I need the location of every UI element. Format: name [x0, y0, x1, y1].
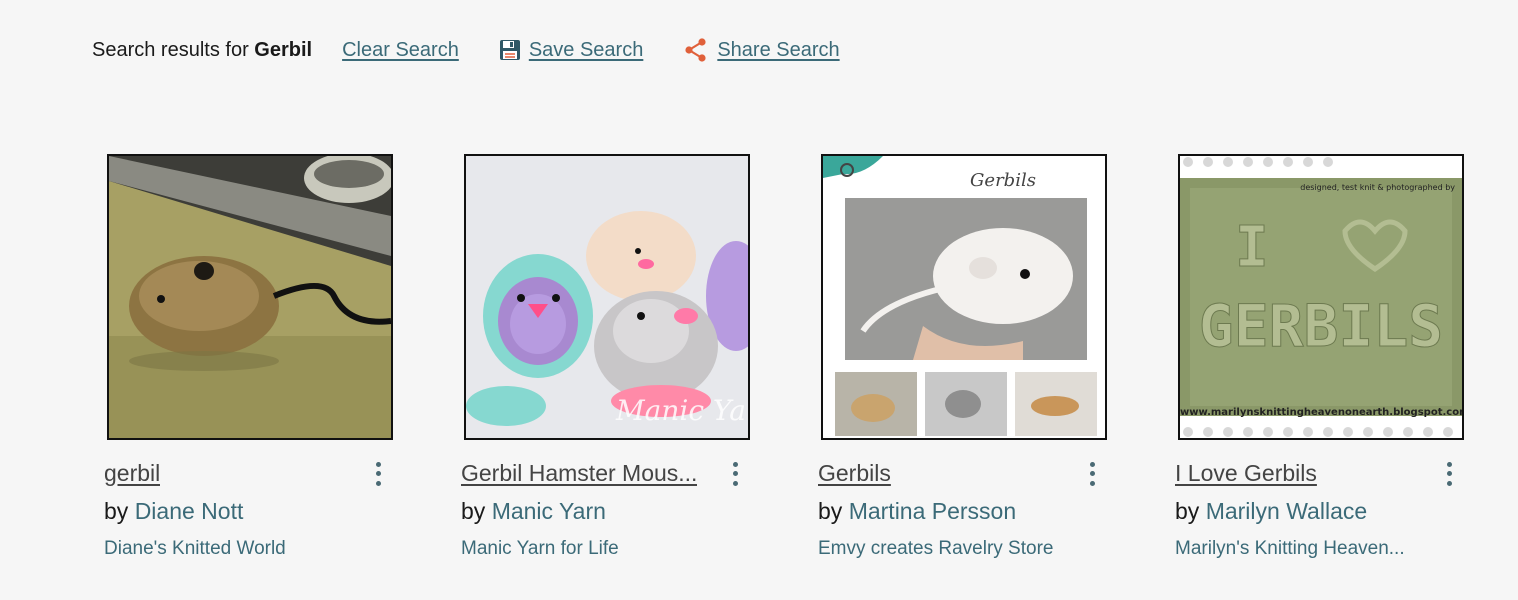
floppy-disk-icon[interactable] — [499, 39, 521, 61]
more-options-icon[interactable] — [729, 461, 741, 487]
save-search-action[interactable]: Save Search — [499, 39, 644, 62]
by-label: by — [104, 498, 129, 524]
pattern-thumbnail[interactable]: designed, test knit & photographed by I … — [1178, 154, 1464, 440]
search-header: Search results for Gerbil Clear Search S… — [92, 34, 880, 66]
share-search-action[interactable]: Share Search — [683, 37, 840, 63]
by-label: by — [1175, 498, 1200, 524]
share-icon[interactable] — [683, 37, 709, 63]
pattern-card: gerbil by Diane Nott Diane's Knitted Wor… — [104, 154, 416, 559]
image-watermark-text: Manic Yarn — [615, 394, 748, 427]
share-search-link[interactable]: Share Search — [717, 39, 839, 62]
more-options-icon[interactable] — [1086, 461, 1098, 487]
image-heading-text: Gerbils — [970, 170, 1036, 191]
image-word-top: I — [1235, 215, 1269, 280]
pattern-card: designed, test knit & photographed by I … — [1175, 154, 1487, 559]
card-title-row: gerbil — [104, 460, 404, 487]
pattern-source-link[interactable]: Marilyn's Knitting Heaven... — [1175, 538, 1405, 560]
pattern-source-link[interactable]: Manic Yarn for Life — [461, 538, 619, 560]
pattern-title-link[interactable]: I Love Gerbils — [1175, 460, 1317, 487]
pattern-byline: by Martina Persson — [818, 498, 1016, 525]
card-title-row: Gerbils — [818, 460, 1118, 487]
designer-link[interactable]: Diane Nott — [135, 498, 244, 524]
pattern-thumbnail[interactable] — [107, 154, 393, 440]
image-header-text: designed, test knit & photographed by — [1300, 183, 1455, 192]
search-results-label: Search results for Gerbil — [92, 39, 312, 62]
more-options-icon[interactable] — [1443, 461, 1455, 487]
search-prefix: Search results for — [92, 38, 249, 61]
pattern-byline: by Diane Nott — [104, 498, 243, 525]
crochet-amigurumi-photo: Manic Yarn — [466, 156, 748, 438]
save-search-link[interactable]: Save Search — [529, 39, 644, 62]
gerbils-collage-photo: Gerbils — [823, 156, 1105, 438]
card-title-row: I Love Gerbils — [1175, 460, 1475, 487]
image-footer-url: www.marilynsknittingheavenonearth.blogsp… — [1180, 407, 1462, 418]
pattern-card: Manic Yarn Gerbil Hamster Mous... by Man… — [461, 154, 773, 559]
pattern-byline: by Manic Yarn — [461, 498, 606, 525]
designer-link[interactable]: Manic Yarn — [492, 498, 606, 524]
card-title-row: Gerbil Hamster Mous... — [461, 460, 761, 487]
pattern-title-link[interactable]: gerbil — [104, 460, 160, 487]
pattern-thumbnail[interactable]: Gerbils — [821, 154, 1107, 440]
pattern-card: Gerbils Gerbils by Martina Persson Emvy … — [818, 154, 1130, 559]
by-label: by — [818, 498, 843, 524]
pattern-thumbnail[interactable]: Manic Yarn — [464, 154, 750, 440]
pattern-source-link[interactable]: Emvy creates Ravelry Store — [818, 538, 1053, 560]
designer-link[interactable]: Marilyn Wallace — [1206, 498, 1367, 524]
pattern-byline: by Marilyn Wallace — [1175, 498, 1367, 525]
clear-search-link[interactable]: Clear Search — [342, 39, 459, 62]
designer-link[interactable]: Martina Persson — [849, 498, 1016, 524]
knitted-gerbil-photo — [109, 156, 391, 438]
more-options-icon[interactable] — [372, 461, 384, 487]
pattern-title-link[interactable]: Gerbils — [818, 460, 891, 487]
pattern-source-link[interactable]: Diane's Knitted World — [104, 538, 286, 560]
image-word-bottom: GERBILS — [1199, 292, 1443, 360]
knitted-dishcloth-photo: designed, test knit & photographed by I … — [1180, 156, 1462, 438]
pattern-title-link[interactable]: Gerbil Hamster Mous... — [461, 460, 697, 487]
clear-search-action[interactable]: Clear Search — [342, 39, 459, 62]
by-label: by — [461, 498, 486, 524]
search-term: Gerbil — [254, 38, 313, 61]
